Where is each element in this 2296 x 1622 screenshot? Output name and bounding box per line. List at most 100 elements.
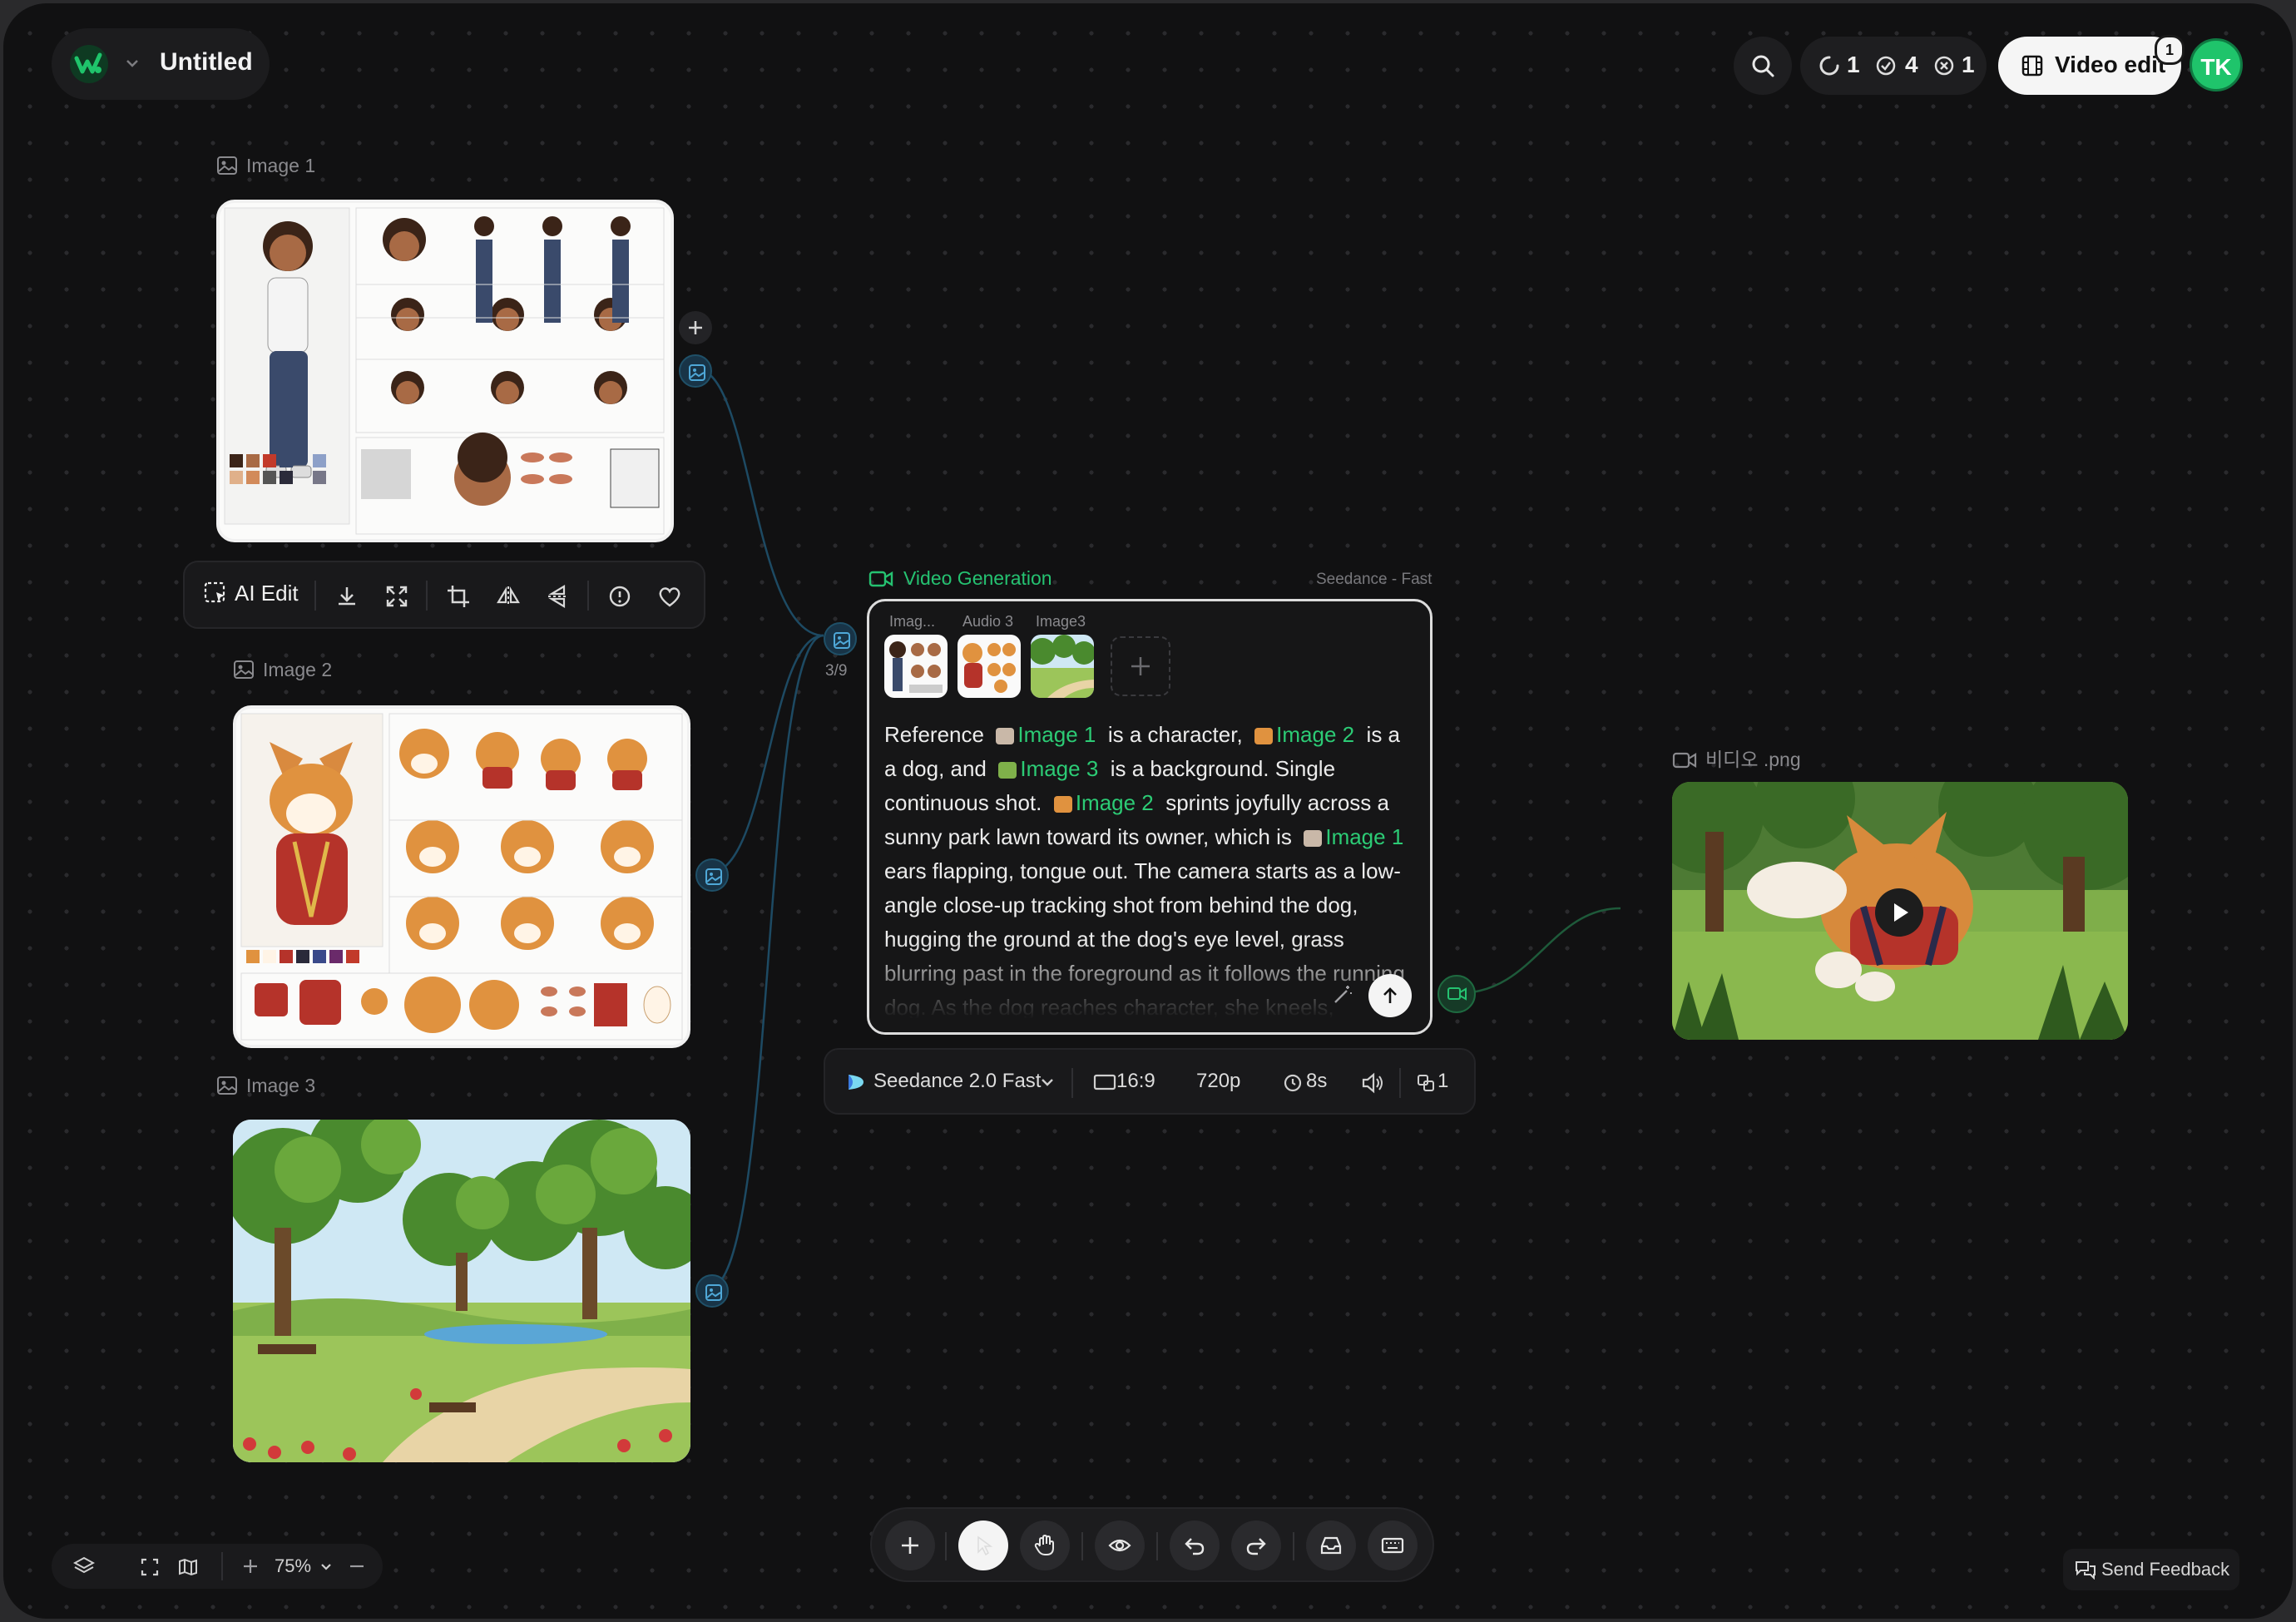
loading-icon [1819,56,1839,76]
preview-button[interactable] [1095,1521,1145,1570]
image-icon [217,156,237,175]
redo-icon [1246,1538,1266,1555]
video-camera-icon [1672,752,1697,769]
chip-label: Image 2 [1276,722,1355,747]
image-toolbar: AI Edit [183,561,705,629]
canvas[interactable]: Untitled 1 4 1 Video edit 1 TK Image 1 A… [3,3,2293,1619]
reference-chip-image3[interactable]: Image 3 [998,756,1098,781]
input-count: 3/9 [825,662,848,680]
model-select[interactable]: Seedance 2.0 Fast [873,1070,1041,1093]
running-count: 1 [1847,52,1860,77]
film-icon [2021,55,2043,77]
plus-icon [1131,657,1150,675]
play-button[interactable] [1875,888,1923,937]
video-edit-label: Video edit [2055,52,2166,77]
crop-icon[interactable] [446,584,471,609]
send-feedback-button[interactable]: Send Feedback [2063,1549,2239,1590]
send-button[interactable] [1368,974,1412,1017]
plus-icon [902,1537,918,1554]
image-icon [689,364,705,381]
output-node-label: 비디오 .png [1672,744,1801,772]
keyboard-icon [1381,1537,1404,1554]
layers-icon[interactable] [73,1555,95,1577]
image1-card[interactable] [216,200,674,542]
video-gen-input-port[interactable] [824,622,857,655]
reference-chip-image1[interactable]: Image 1 [1304,824,1403,849]
character-sheet-image [220,203,670,539]
video-camera-icon [1447,987,1467,1001]
image3-card[interactable] [233,1120,690,1462]
undo-button[interactable] [1170,1521,1220,1570]
chevron-down-icon[interactable] [319,1560,333,1574]
download-icon[interactable] [334,584,359,609]
minimap-icon[interactable] [178,1557,198,1577]
heart-icon[interactable] [657,584,682,609]
zoom-level[interactable]: 75% [275,1555,311,1577]
reference-thumb[interactable] [957,635,1021,698]
keyboard-shortcuts-button[interactable] [1368,1521,1418,1570]
send-feedback-label: Send Feedback [2101,1559,2230,1580]
prompt-segment: is a character, [1107,722,1243,747]
add-node-button[interactable] [679,311,712,344]
image2-output-port[interactable] [695,858,729,892]
flip-horizontal-icon[interactable] [496,584,521,609]
magic-wand-icon[interactable] [1332,984,1353,1006]
check-circle-icon [1876,56,1896,76]
clock-icon [1284,1074,1302,1092]
chevron-down-icon[interactable] [1040,1075,1055,1090]
image-icon [705,1284,722,1301]
expand-icon[interactable] [384,584,409,609]
zoom-in-icon[interactable] [241,1557,260,1575]
image-icon [834,632,850,649]
image1-node-label: Image 1 [216,155,315,177]
inbox-icon [1320,1536,1342,1555]
reference-chip-image2[interactable]: Image 2 [1053,790,1154,815]
aspect-ratio-select[interactable]: 16:9 [1116,1070,1155,1093]
reference-chip-image2[interactable]: Image 2 [1254,722,1354,747]
volume-icon[interactable] [1361,1071,1386,1095]
model-logo-icon [849,1075,863,1090]
plus-icon [689,321,702,334]
video-gen-title-text: Video Generation [903,567,1052,589]
play-icon [1894,903,1908,922]
reference-label: Audio 3 [962,613,1014,630]
video-gen-title: Video Generation [868,567,1052,590]
chip-label: Image 1 [1325,824,1404,849]
select-tool-button[interactable] [958,1521,1008,1570]
zoom-out-icon[interactable] [348,1557,366,1575]
output-count-select[interactable]: 1 [1437,1070,1448,1093]
ai-edit-button[interactable]: AI Edit [203,581,299,606]
reference-thumb[interactable] [884,635,948,698]
video-edit-button[interactable]: Video edit [1998,37,2181,95]
info-icon[interactable] [607,584,632,609]
job-status-summary[interactable]: 1 4 1 [1800,37,1987,95]
video-gen-output-port[interactable] [1437,975,1476,1013]
user-avatar[interactable]: TK [2190,38,2243,91]
feedback-icon [2076,1561,2096,1580]
hand-icon [1034,1534,1054,1555]
generation-settings-bar: Seedance 2.0 Fast 16:9 720p 8s 1 [824,1048,1476,1115]
project-menu[interactable]: Untitled [52,28,270,100]
reference-label: Imag... [889,613,936,630]
resolution-select[interactable]: 720p [1196,1070,1240,1093]
hand-tool-button[interactable] [1020,1521,1070,1570]
flip-vertical-icon[interactable] [546,584,571,609]
image1-output-port[interactable] [679,354,712,388]
image-icon [234,660,254,679]
add-button[interactable] [885,1521,935,1570]
fit-screen-icon[interactable] [140,1557,160,1577]
image2-node-label: Image 2 [233,659,332,681]
project-title[interactable]: Untitled [160,48,253,77]
inbox-button[interactable] [1306,1521,1356,1570]
reference-chip-image1[interactable]: Image 1 [996,722,1096,747]
reference-thumb[interactable] [1031,635,1094,698]
image3-output-port[interactable] [695,1274,729,1308]
ai-edit-label: AI Edit [235,581,299,606]
duration-select[interactable]: 8s [1306,1070,1327,1093]
image2-card[interactable] [233,705,690,1048]
redo-button[interactable] [1231,1521,1281,1570]
search-button[interactable] [1734,37,1792,95]
x-circle-icon [1934,56,1954,76]
add-reference-button[interactable] [1111,636,1170,696]
chip-label: Image 1 [1017,722,1096,747]
